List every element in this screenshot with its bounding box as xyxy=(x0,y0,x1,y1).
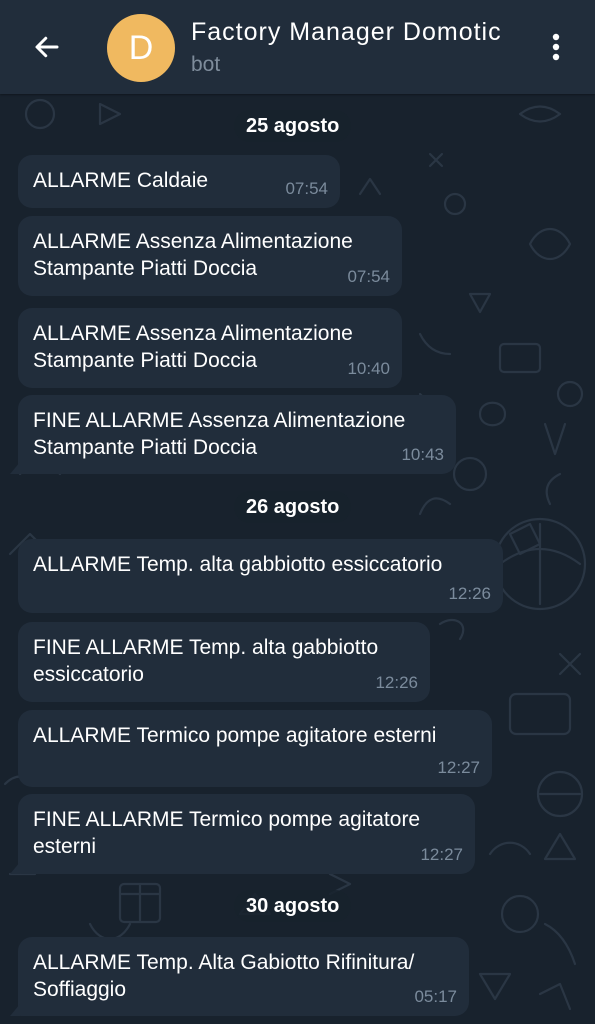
message-bubble[interactable]: ALLARME Temp. Alta Gabiotto Rifinitura/ … xyxy=(10,937,469,1016)
back-button[interactable] xyxy=(22,22,72,72)
message-text: FINE ALLARME Termico pompe agitatore est… xyxy=(33,808,421,858)
message-bubble[interactable]: FINE ALLARME Temp. alta gabbiotto essicc… xyxy=(18,622,430,702)
message-text: FINE ALLARME Temp. alta gabbiotto essicc… xyxy=(33,636,379,686)
message-bubble[interactable]: ALLARME Temp. alta gabbiotto essiccatori… xyxy=(18,539,503,613)
message-bubble[interactable]: ALLARME Termico pompe agitatore esterni … xyxy=(18,710,492,787)
chat-avatar[interactable]: D xyxy=(107,14,175,82)
date-separator: 25 agosto xyxy=(234,110,352,142)
chat-subtitle: bot xyxy=(191,53,221,76)
date-separator: 26 agosto xyxy=(234,491,352,523)
message-bubble[interactable]: ALLARME Caldaie 07:54 xyxy=(18,155,340,208)
message-time: 10:40 xyxy=(347,359,390,378)
message-time: 12:26 xyxy=(375,673,418,692)
more-vertical-icon xyxy=(552,33,560,61)
message-bubble[interactable]: ALLARME Assenza Alimentazione Stampante … xyxy=(18,308,402,388)
message-text: FINE ALLARME Assenza Alimentazione Stamp… xyxy=(33,409,406,459)
message-time: 12:27 xyxy=(437,758,480,777)
chat-header: D Factory Manager Domotic bot xyxy=(0,0,595,94)
date-separator: 30 agosto xyxy=(234,890,352,922)
message-text: ALLARME Assenza Alimentazione Stampante … xyxy=(33,322,353,372)
message-time: 10:43 xyxy=(401,445,444,464)
message-time: 05:17 xyxy=(414,987,457,1006)
message-text: ALLARME Temp. Alta Gabiotto Rifinitura/ … xyxy=(33,951,415,1001)
message-text: ALLARME Temp. alta gabbiotto essiccatori… xyxy=(33,553,443,576)
message-time: 12:27 xyxy=(420,845,463,864)
message-bubble[interactable]: FINE ALLARME Termico pompe agitatore est… xyxy=(10,794,475,874)
message-time: 12:26 xyxy=(448,584,491,603)
avatar-letter: D xyxy=(128,28,154,67)
message-time: 07:54 xyxy=(285,179,328,198)
arrow-left-icon xyxy=(35,36,59,58)
message-text: ALLARME Assenza Alimentazione Stampante … xyxy=(33,230,353,280)
message-bubble[interactable]: ALLARME Assenza Alimentazione Stampante … xyxy=(18,216,402,296)
more-options-button[interactable] xyxy=(540,26,572,68)
message-text: ALLARME Caldaie xyxy=(33,169,209,192)
message-bubble[interactable]: FINE ALLARME Assenza Alimentazione Stamp… xyxy=(10,395,456,474)
chat-title: Factory Manager Domotic xyxy=(191,18,502,46)
chat-title-block[interactable]: Factory Manager Domotic bot xyxy=(191,14,536,80)
message-time: 07:54 xyxy=(347,267,390,286)
message-text: ALLARME Termico pompe agitatore esterni xyxy=(33,724,437,747)
